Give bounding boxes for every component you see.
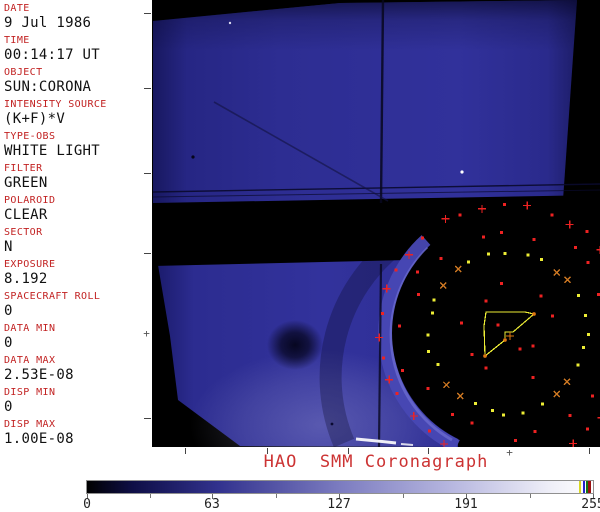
field-label: INTENSITY SOURCE <box>4 99 107 110</box>
metadata-field: OBJECT SUN:CORONA <box>0 66 152 98</box>
colorbar-tick-labels: 0 63 127 191 255 <box>83 497 600 512</box>
metadata-field: SECTOR N <box>0 226 152 258</box>
field-value: 00:14:17 UT <box>4 47 101 63</box>
field-value: 0 <box>4 399 13 415</box>
dark-speck <box>191 155 195 159</box>
field-value: N <box>4 239 13 255</box>
metadata-field: FILTER GREEN <box>0 162 152 194</box>
colorbar-marker-stripe <box>579 481 581 493</box>
field-value: 0 <box>4 303 13 319</box>
star-dot <box>460 170 464 174</box>
field-label: FILTER <box>4 163 43 174</box>
field-label: SECTOR <box>4 227 43 238</box>
photo-frame-upper-shading <box>153 0 577 204</box>
field-label: POLAROID <box>4 195 56 206</box>
coronagraph-viewer: { "window": { "title_text": "HAO SMM Cor… <box>0 0 600 512</box>
field-label: SPACECRAFT ROLL <box>4 291 101 302</box>
left-edge-fiducial <box>144 253 151 254</box>
dark-speck-2 <box>330 422 334 426</box>
field-value: 8.192 <box>4 271 48 287</box>
field-label: EXPOSURE <box>4 259 56 270</box>
metadata-field: TYPE-OBS WHITE LIGHT <box>0 130 152 162</box>
dust-spot <box>267 320 323 370</box>
field-label: DISP MAX <box>4 419 56 430</box>
field-value: CLEAR <box>4 207 48 223</box>
colorbar-minor-tick <box>150 494 151 498</box>
colorbar-tick-label: 63 <box>204 497 220 512</box>
field-label: TIME <box>4 35 30 46</box>
colorbar-tick-label: 191 <box>454 497 478 512</box>
field-value: 1.00E-08 <box>4 431 74 447</box>
metadata-field: TIME 00:14:17 UT <box>0 34 152 66</box>
colorbar-tick-label: 0 <box>83 497 91 512</box>
colorbar-marker-stripe <box>588 481 591 493</box>
left-edge-fiducial <box>144 173 151 174</box>
field-label: DISP MIN <box>4 387 56 398</box>
colorbar-minor-tick <box>403 494 404 498</box>
white-speck <box>228 21 232 25</box>
coronagraph-image <box>152 0 600 447</box>
colorbar-minor-tick <box>530 494 531 498</box>
left-edge-fiducial <box>144 88 151 89</box>
image-caption: HAO SMM Coronagraph <box>263 452 489 472</box>
metadata-field: DISP MAX 1.00E-08 <box>0 418 152 450</box>
field-value: (K+F)*V <box>4 111 66 127</box>
colorbar-tick-label: 127 <box>327 497 351 512</box>
metadata-sidebar: DATE 9 Jul 1986 TIME 00:14:17 UT OBJECT SUN:C… <box>0 2 152 450</box>
colorbar-minor-tick <box>276 494 277 498</box>
field-value: SUN:CORONA <box>4 79 92 95</box>
metadata-field: EXPOSURE 8.192 <box>0 258 152 290</box>
metadata-field: POLAROID CLEAR <box>0 194 152 226</box>
metadata-field: SPACECRAFT ROLL 0 <box>0 290 152 322</box>
left-edge-fiducial <box>144 418 151 419</box>
colorbar-tick-label: 255 <box>581 497 600 512</box>
intensity-colorbar <box>86 480 594 494</box>
field-label: DATA MAX <box>4 355 56 366</box>
coronagraph-image-panel <box>152 0 600 447</box>
bright-streak-2 <box>400 443 414 446</box>
field-label: TYPE-OBS <box>4 131 56 142</box>
metadata-field: DATA MAX 2.53E-08 <box>0 354 152 386</box>
field-value: 0 <box>4 335 13 351</box>
field-value: 2.53E-08 <box>4 367 74 383</box>
field-label: DATE <box>4 3 30 14</box>
field-value: GREEN <box>4 175 48 191</box>
metadata-field: INTENSITY SOURCE (K+F)*V <box>0 98 152 130</box>
metadata-field: DATA MIN 0 <box>0 322 152 354</box>
colorbar-marker-stripe <box>583 481 585 493</box>
metadata-field: DATE 9 Jul 1986 <box>0 2 152 34</box>
field-label: DATA MIN <box>4 323 56 334</box>
left-edge-fiducial: + <box>143 327 150 340</box>
metadata-field: DISP MIN 0 <box>0 386 152 418</box>
field-label: OBJECT <box>4 67 43 78</box>
field-value: 9 Jul 1986 <box>4 15 92 31</box>
left-edge-fiducial <box>144 13 151 14</box>
field-value: WHITE LIGHT <box>4 143 101 159</box>
